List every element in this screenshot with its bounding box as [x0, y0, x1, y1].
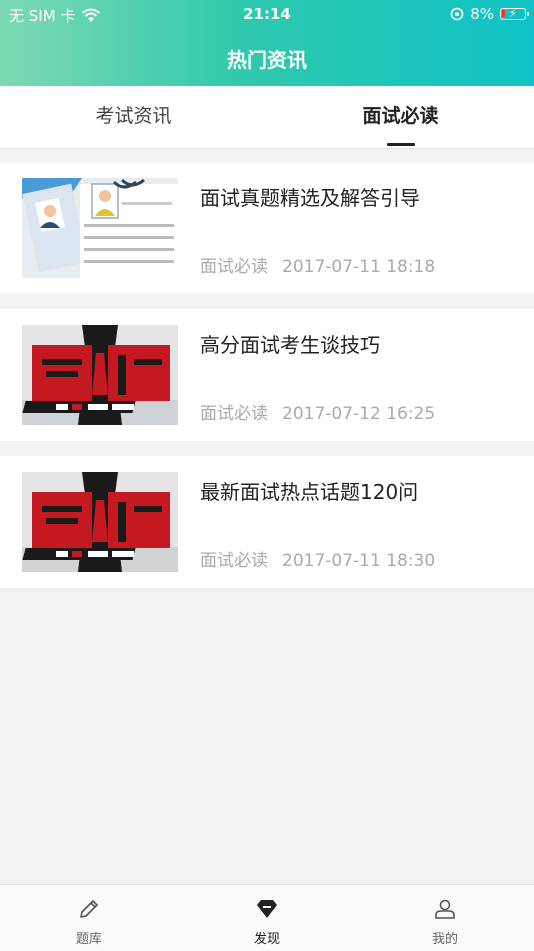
article-date: 2017-07-11 18:18: [282, 257, 436, 277]
article-card[interactable]: 面试真题精选及解答引导 面试必读 2017-07-11 18:18: [0, 162, 534, 294]
tabbar-label: 我的: [431, 932, 458, 947]
article-category: 面试必读: [200, 257, 268, 277]
status-bar: 无 SIM 卡 21:14 8% ⚡: [0, 0, 534, 28]
article-category: 面试必读: [200, 551, 268, 571]
tab-label: 面试必读: [362, 105, 439, 127]
article-meta: 面试必读 2017-07-11 18:18: [200, 252, 435, 277]
article-thumbnail: [22, 325, 178, 425]
active-tab-indicator: [387, 143, 415, 146]
article-thumbnail: [22, 178, 178, 278]
battery-icon: ⚡: [500, 7, 529, 20]
article-title: 高分面试考生谈技巧: [200, 333, 380, 357]
article-title: 最新面试热点话题120问: [200, 480, 419, 504]
tabbar-item-discover[interactable]: 发现: [178, 885, 356, 951]
tab-label: 考试资讯: [95, 105, 172, 127]
article-card[interactable]: 高分面试考生谈技巧 面试必读 2017-07-12 16:25: [0, 309, 534, 441]
user-icon: [435, 899, 455, 919]
tabbar-item-me[interactable]: 我的: [356, 885, 534, 951]
article-meta: 面试必读 2017-07-12 16:25: [200, 399, 435, 424]
article-category: 面试必读: [200, 404, 268, 424]
status-right: 8% ⚡: [450, 5, 529, 23]
rotation-lock-icon: [450, 7, 464, 21]
header: 无 SIM 卡 21:14 8% ⚡ 热门资讯: [0, 0, 534, 86]
article-meta: 面试必读 2017-07-11 18:30: [200, 546, 435, 571]
article-date: 2017-07-11 18:30: [282, 551, 436, 571]
pencil-icon: [80, 900, 98, 918]
battery-percent: 8%: [470, 5, 494, 23]
interview-poster: [22, 325, 178, 425]
tab-interview-must-read[interactable]: 面试必读: [267, 86, 534, 148]
diamond-icon: [257, 900, 277, 918]
tabbar-label: 题库: [75, 932, 102, 947]
article-title: 面试真题精选及解答引导: [200, 186, 420, 210]
tabbar-label: 发现: [253, 932, 280, 947]
resume-icon: [22, 178, 178, 278]
article-thumbnail: [22, 472, 178, 572]
bottom-tab-bar: 题库 发现 我的: [0, 884, 534, 951]
tab-strip: 考试资讯 面试必读: [0, 86, 534, 149]
article-card[interactable]: 最新面试热点话题120问 面试必读 2017-07-11 18:30: [0, 456, 534, 588]
article-list: 面试真题精选及解答引导 面试必读 2017-07-11 18:18 高分面试考生…: [0, 162, 534, 603]
tabbar-item-question-bank[interactable]: 题库: [0, 885, 178, 951]
interview-poster: [22, 472, 178, 572]
tab-exam-news[interactable]: 考试资讯: [0, 86, 267, 148]
page-title: 热门资讯: [227, 48, 307, 72]
article-date: 2017-07-12 16:25: [282, 404, 436, 424]
